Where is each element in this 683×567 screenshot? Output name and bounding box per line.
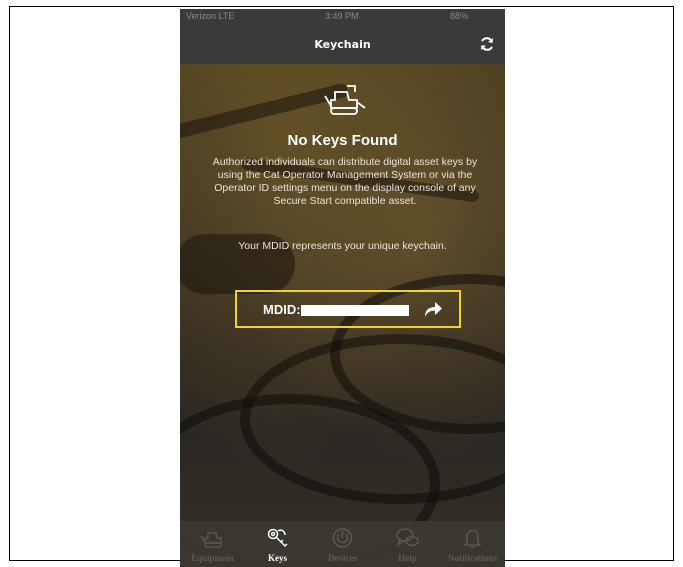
tab-label-keys: Keys	[268, 553, 287, 563]
equipment-icon	[200, 532, 222, 548]
status-bar: Verizon LTE 3:49 PM 88%	[180, 9, 505, 25]
page-title: Keychain	[314, 38, 371, 51]
empty-state-description: Authorized individuals can distribute di…	[212, 156, 478, 207]
mdid-label: MDID:	[263, 302, 301, 317]
tab-keys[interactable]: Keys	[245, 521, 310, 567]
tab-label-help: Help	[398, 553, 417, 563]
tab-notifications[interactable]: Notifications	[440, 521, 505, 567]
empty-state-heading: No Keys Found	[287, 132, 398, 149]
tab-label-equipment: Equipment	[190, 553, 234, 563]
mdid-box[interactable]: MDID:	[235, 290, 461, 328]
bell-icon	[463, 529, 482, 549]
tab-help[interactable]: Help	[375, 521, 440, 567]
help-chat-icon	[396, 528, 419, 547]
bulldozer-icon	[324, 85, 366, 115]
mdid-value	[301, 305, 409, 316]
time-text: 3:49 PM	[325, 11, 359, 21]
share-arrow-icon[interactable]	[423, 300, 443, 318]
mdid-note: Your MDID represents your unique keychai…	[238, 240, 447, 252]
carrier-text: Verizon LTE	[186, 11, 235, 21]
power-icon	[332, 528, 353, 548]
tab-equipment[interactable]: Equipment	[180, 521, 245, 567]
battery-text: 88%	[450, 11, 469, 21]
refresh-icon[interactable]	[479, 36, 495, 52]
tab-devices[interactable]: Devices	[310, 521, 375, 567]
tab-label-notifications: Notifications	[448, 553, 497, 563]
phone-screen: Verizon LTE 3:49 PM 88% Keychain No Keys…	[180, 9, 505, 567]
tab-bar: Equipment Keys Devices Help Notification…	[180, 521, 505, 567]
keys-icon	[267, 528, 288, 548]
nav-bar: Keychain	[180, 25, 505, 64]
tab-label-devices: Devices	[328, 553, 357, 563]
